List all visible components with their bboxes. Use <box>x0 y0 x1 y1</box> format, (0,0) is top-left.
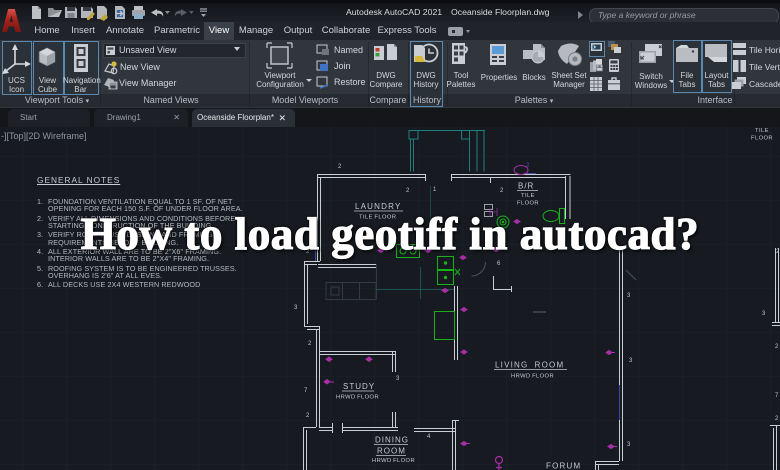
svg-text:HRWD FLOOR: HRWD FLOOR <box>511 374 554 380</box>
svg-text:2: 2 <box>775 416 779 422</box>
svg-text:HRWD FLOOR: HRWD FLOOR <box>372 458 415 464</box>
svg-text:FLOOR: FLOOR <box>751 136 773 142</box>
svg-text:TILE: TILE <box>755 128 769 134</box>
svg-text:FORUM: FORUM <box>546 462 581 470</box>
svg-text:STUDY: STUDY <box>343 382 375 391</box>
svg-text:TILE: TILE <box>521 193 535 199</box>
svg-text:3: 3 <box>627 442 631 448</box>
svg-text:3: 3 <box>294 305 298 311</box>
svg-text:7: 7 <box>304 388 308 394</box>
svg-text:FLOOR: FLOOR <box>517 201 539 207</box>
svg-text:B/R: B/R <box>518 182 534 191</box>
svg-text:3: 3 <box>627 293 631 299</box>
svg-text:DINING: DINING <box>375 436 409 445</box>
svg-text:2: 2 <box>500 188 504 194</box>
svg-text:HRWD FLOOR: HRWD FLOOR <box>336 395 379 401</box>
svg-text:2: 2 <box>306 413 310 419</box>
svg-text:1: 1 <box>433 187 437 193</box>
svg-text:3: 3 <box>762 311 766 317</box>
svg-text:ROOM: ROOM <box>377 447 406 456</box>
svg-text:2: 2 <box>406 188 410 194</box>
svg-text:6: 6 <box>497 261 501 267</box>
svg-text:3: 3 <box>629 358 633 364</box>
svg-text:2: 2 <box>775 344 779 350</box>
svg-text:4: 4 <box>427 434 431 440</box>
svg-text:2: 2 <box>308 341 312 347</box>
svg-text:2: 2 <box>526 163 530 169</box>
svg-text:7: 7 <box>775 393 779 399</box>
svg-text:LIVING ROOM: LIVING ROOM <box>495 361 564 370</box>
svg-text:2: 2 <box>338 164 342 170</box>
